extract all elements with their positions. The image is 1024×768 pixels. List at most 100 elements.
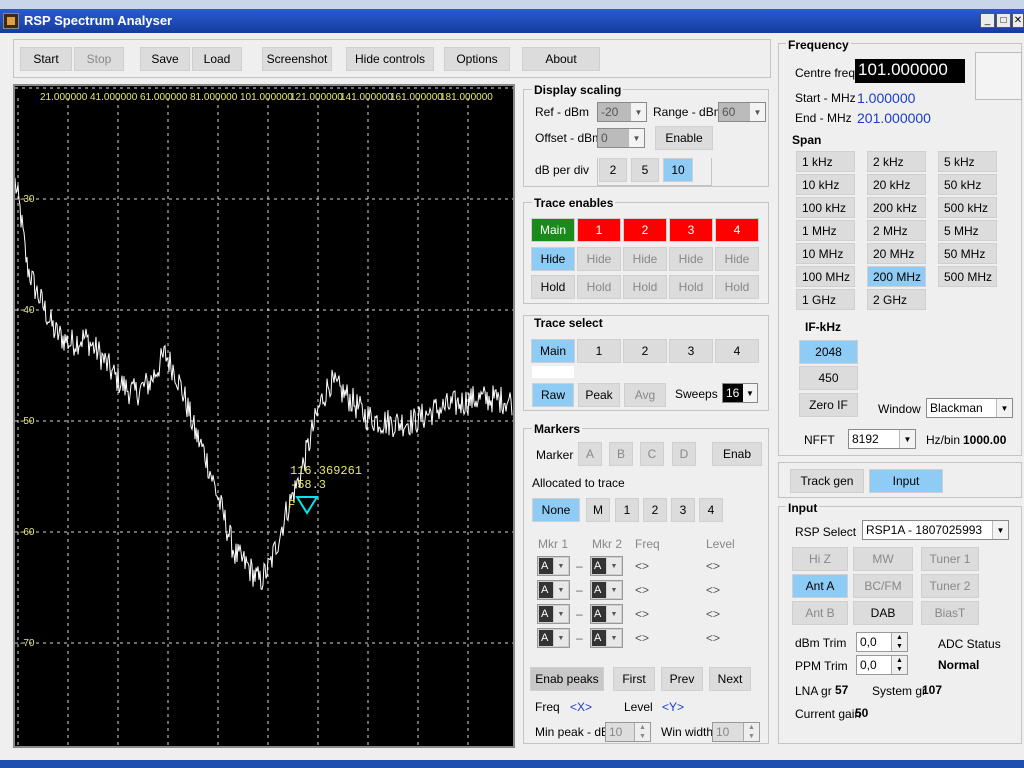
trace-enable-4-button[interactable]: 4 (715, 218, 759, 242)
dbm-trim-spinner[interactable]: 0,0 ▲ ▼ (856, 632, 908, 652)
nfft-select[interactable]: 8192 ▼ (848, 429, 916, 449)
minimize-button[interactable]: _ (980, 13, 995, 28)
alloc-2-button[interactable]: 2 (643, 498, 667, 522)
input-button-tuner-1[interactable]: Tuner 1 (921, 547, 979, 571)
span-button-1-khz[interactable]: 1 kHz (796, 151, 855, 172)
trace-select-1-button[interactable]: 1 (577, 339, 621, 363)
span-button-200-mhz[interactable]: 200 MHz (867, 266, 926, 287)
input-button-tuner-2[interactable]: Tuner 2 (921, 574, 979, 598)
trace-select-main-button[interactable]: Main (531, 339, 575, 363)
enable-offset-button[interactable]: Enable (655, 126, 713, 150)
min-peak-spinner[interactable]: 10 ▲ ▼ (605, 722, 651, 742)
if-450-button[interactable]: 450 (799, 366, 858, 390)
rsp-select[interactable]: RSP1A - 1807025993 ▼ (862, 520, 1009, 540)
span-button-500-mhz[interactable]: 500 MHz (938, 266, 997, 287)
enab-peaks-button[interactable]: Enab peaks (530, 667, 604, 691)
span-button-2-ghz[interactable]: 2 GHz (867, 289, 926, 310)
trace-hide-3-button[interactable]: Hide (669, 247, 713, 271)
span-button-5-khz[interactable]: 5 kHz (938, 151, 997, 172)
close-button[interactable]: ✕ (1012, 13, 1024, 28)
alloc-4-button[interactable]: 4 (699, 498, 723, 522)
zero-if-button[interactable]: Zero IF (799, 393, 858, 417)
span-button-20-mhz[interactable]: 20 MHz (867, 243, 926, 264)
trace-hold-3-button[interactable]: Hold (669, 275, 713, 299)
trace-hide-main-button[interactable]: Hide (531, 247, 575, 271)
alloc-3-button[interactable]: 3 (671, 498, 695, 522)
trace-hold-2-button[interactable]: Hold (623, 275, 667, 299)
start-button[interactable]: Start (20, 47, 72, 71)
save-button[interactable]: Save (140, 47, 190, 71)
avg-button[interactable]: Avg (624, 383, 666, 407)
trace-select-4-button[interactable]: 4 (715, 339, 759, 363)
range-select[interactable]: 60 ▼ (718, 102, 766, 122)
input-button-hi-z[interactable]: Hi Z (792, 547, 848, 571)
marker-row-m1-select[interactable]: A ▼ (537, 604, 570, 624)
load-button[interactable]: Load (192, 47, 242, 71)
alloc-1-button[interactable]: 1 (615, 498, 639, 522)
win-width-spinner[interactable]: 10 ▲ ▼ (712, 722, 760, 742)
next-peak-button[interactable]: Next (709, 667, 751, 691)
first-peak-button[interactable]: First (613, 667, 655, 691)
maximize-button[interactable]: □ (996, 13, 1011, 28)
centre-freq-input[interactable]: 101.000000 (855, 59, 965, 83)
trace-select-3-button[interactable]: 3 (669, 339, 713, 363)
options-button[interactable]: Options (444, 47, 510, 71)
trace-hold-1-button[interactable]: Hold (577, 275, 621, 299)
trace-hide-2-button[interactable]: Hide (623, 247, 667, 271)
marker-row-m1-select[interactable]: A ▼ (537, 628, 570, 648)
peak-button[interactable]: Peak (578, 383, 620, 407)
ref-select[interactable]: -20 ▼ (597, 102, 647, 122)
marker-row-m2-select[interactable]: A ▼ (590, 556, 623, 576)
input-button-ant-a[interactable]: Ant A (792, 574, 848, 598)
span-button-10-khz[interactable]: 10 kHz (796, 174, 855, 195)
trace-hold-4-button[interactable]: Hold (715, 275, 759, 299)
span-button-1-mhz[interactable]: 1 MHz (796, 220, 855, 241)
trace-hide-1-button[interactable]: Hide (577, 247, 621, 271)
tab-track-gen[interactable]: Track gen (790, 469, 864, 493)
span-button-500-khz[interactable]: 500 kHz (938, 197, 997, 218)
alloc-none-button[interactable]: None (532, 498, 580, 522)
sweeps-select[interactable]: 16 ▼ (722, 383, 758, 403)
span-button-2-mhz[interactable]: 2 MHz (867, 220, 926, 241)
span-button-100-mhz[interactable]: 100 MHz (796, 266, 855, 287)
marker-c-button[interactable]: C (640, 442, 664, 466)
if-2048-button[interactable]: 2048 (799, 340, 858, 364)
marker-row-m1-select[interactable]: A ▼ (537, 580, 570, 600)
span-button-20-khz[interactable]: 20 kHz (867, 174, 926, 195)
span-button-1-ghz[interactable]: 1 GHz (796, 289, 855, 310)
trace-enable-3-button[interactable]: 3 (669, 218, 713, 242)
trace-hold-main-button[interactable]: Hold (531, 275, 575, 299)
prev-peak-button[interactable]: Prev (661, 667, 703, 691)
db-per-div-10[interactable]: 10 (663, 158, 693, 182)
trace-enable-1-button[interactable]: 1 (577, 218, 621, 242)
window-select[interactable]: Blackman ▼ (926, 398, 1013, 418)
span-button-2-khz[interactable]: 2 kHz (867, 151, 926, 172)
marker-row-m2-select[interactable]: A ▼ (590, 628, 623, 648)
stop-button[interactable]: Stop (74, 47, 124, 71)
end-mhz-value[interactable]: 201.000000 (857, 110, 931, 126)
input-button-dab[interactable]: DAB (853, 601, 913, 625)
trace-hide-4-button[interactable]: Hide (715, 247, 759, 271)
marker-row-m2-select[interactable]: A ▼ (590, 604, 623, 624)
about-button[interactable]: About (522, 47, 600, 71)
marker-d-button[interactable]: D (672, 442, 696, 466)
marker-enab-button[interactable]: Enab (712, 442, 762, 466)
span-button-50-mhz[interactable]: 50 MHz (938, 243, 997, 264)
marker-row-m1-select[interactable]: A ▼ (537, 556, 570, 576)
spectrum-plot[interactable]: 21.000000 41.000000 61.000000 81.000000 101.… (15, 86, 513, 746)
span-button-5-mhz[interactable]: 5 MHz (938, 220, 997, 241)
span-button-50-khz[interactable]: 50 kHz (938, 174, 997, 195)
input-button-bc-fm[interactable]: BC/FM (853, 574, 913, 598)
hide-controls-button[interactable]: Hide controls (346, 47, 434, 71)
screenshot-button[interactable]: Screenshot (262, 47, 332, 71)
trace-enable-2-button[interactable]: 2 (623, 218, 667, 242)
alloc-m-button[interactable]: M (586, 498, 610, 522)
db-per-div-5[interactable]: 5 (631, 158, 659, 182)
trace-select-2-button[interactable]: 2 (623, 339, 667, 363)
tab-input[interactable]: Input (869, 469, 943, 493)
span-button-10-mhz[interactable]: 10 MHz (796, 243, 855, 264)
start-mhz-value[interactable]: 1.000000 (857, 90, 915, 106)
marker-a-button[interactable]: A (578, 442, 602, 466)
db-per-div-2[interactable]: 2 (599, 158, 627, 182)
input-button-ant-b[interactable]: Ant B (792, 601, 848, 625)
